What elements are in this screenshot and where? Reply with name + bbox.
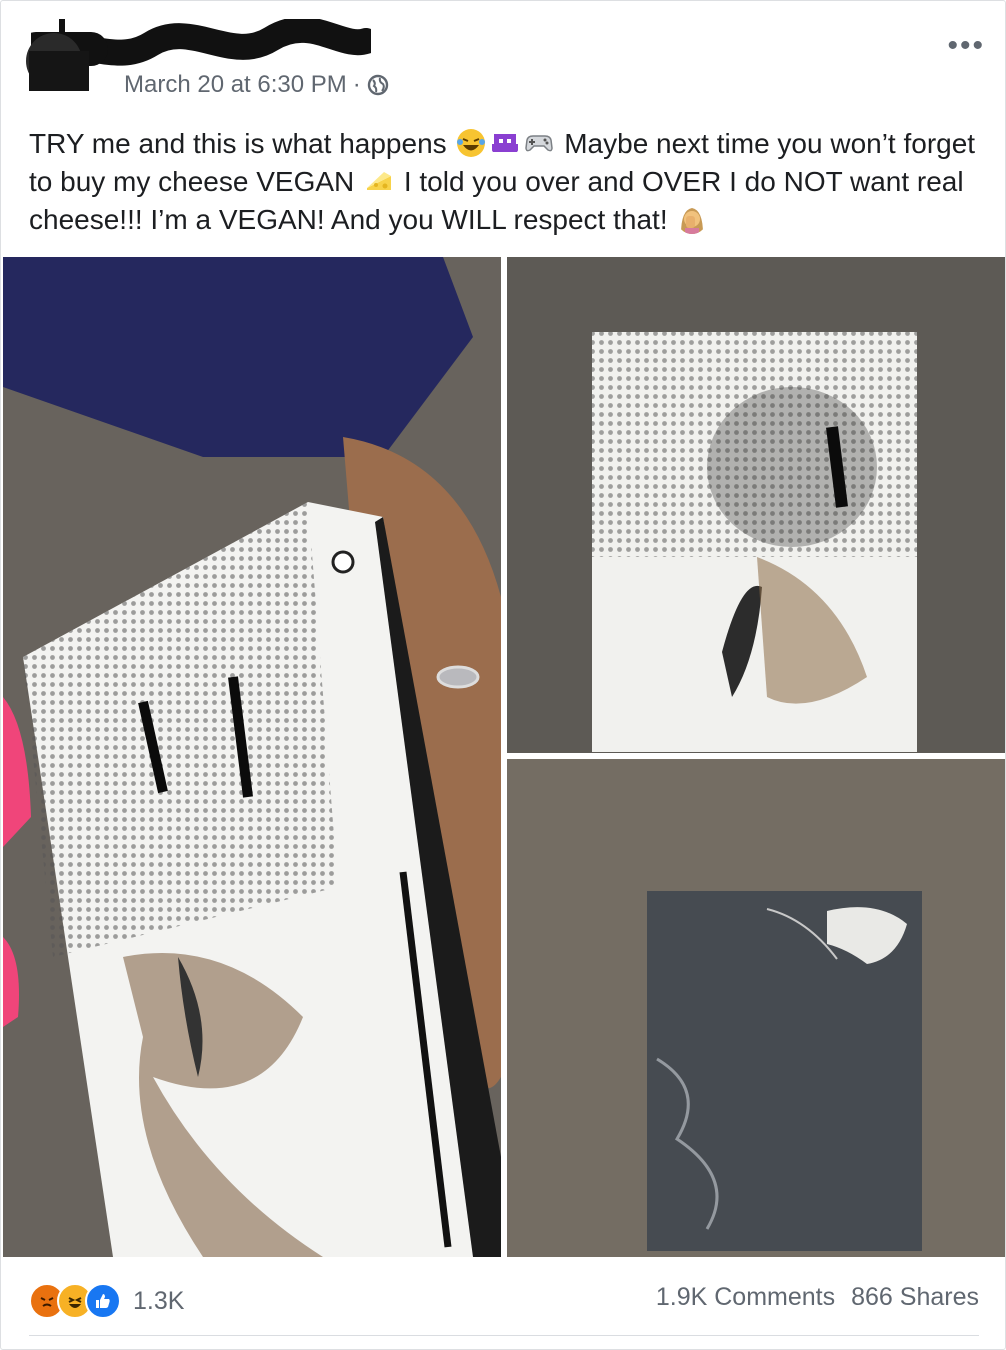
globe-icon (367, 74, 388, 96)
photo-bottom-right-console[interactable] (507, 759, 1005, 1257)
cheese-emoji-icon (367, 172, 392, 190)
like-reaction-icon (85, 1283, 121, 1319)
comments-count-link[interactable]: 1.9K Comments (656, 1283, 835, 1312)
timestamp-separator: · (352, 71, 361, 98)
post-header: March 20 at 6:30 PM · ••• (1, 1, 1005, 111)
timestamp-text[interactable]: March 20 at 6:30 PM (124, 71, 347, 99)
game-controller-emoji-icon (525, 135, 554, 152)
footer-divider (29, 1335, 979, 1336)
more-options-icon[interactable]: ••• (947, 29, 985, 63)
photo-main-console[interactable] (3, 257, 501, 1257)
post-timestamp[interactable]: March 20 at 6:30 PM · (124, 71, 389, 99)
shares-count-link[interactable]: 866 Shares (851, 1283, 979, 1312)
laughing-crying-emoji-icon (457, 129, 486, 157)
post-card: March 20 at 6:30 PM · ••• TRY me and thi… (0, 0, 1006, 1350)
facepalm-woman-emoji-icon (681, 208, 704, 234)
post-footer: 1.3K 1.9K Comments 866 Shares (1, 1263, 1005, 1333)
redacted-avatar[interactable] (19, 21, 89, 91)
reactions-summary[interactable]: 1.3K (29, 1283, 184, 1319)
photo-top-right-console[interactable] (507, 257, 1005, 753)
reaction-count[interactable]: 1.3K (133, 1287, 184, 1316)
post-text: TRY me and this is what happens Maybe ne… (29, 125, 979, 239)
photo-grid (3, 257, 1005, 1257)
engagement-stats: 1.9K Comments 866 Shares (656, 1283, 979, 1312)
alien-monster-emoji-icon (492, 134, 519, 152)
post-text-segment-1: TRY me and this is what happens (29, 128, 447, 159)
